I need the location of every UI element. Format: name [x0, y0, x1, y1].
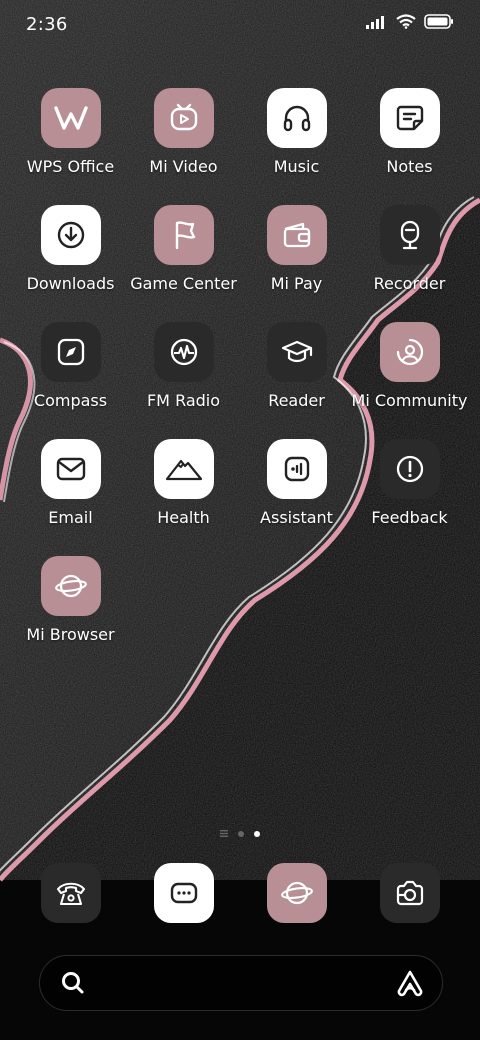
- video-icon: [170, 103, 197, 131]
- page-indicator[interactable]: [0, 830, 480, 837]
- app-mi-community[interactable]: Mi Community: [351, 322, 468, 410]
- dock-messaging[interactable]: [127, 863, 240, 923]
- search-icon[interactable]: [60, 970, 86, 996]
- graduation-cap-icon: [281, 340, 312, 363]
- app-label: Mi Video: [149, 157, 218, 176]
- app-tile[interactable]: [266, 322, 327, 382]
- app-grid: WPS Office Mi Video Music Notes Download…: [14, 88, 468, 644]
- app-label: Feedback: [371, 508, 448, 527]
- community-icon: [396, 338, 423, 366]
- app-mi-browser[interactable]: Mi Browser: [14, 556, 127, 644]
- flag-icon: [175, 221, 195, 250]
- app-tile[interactable]: [379, 863, 440, 923]
- envelope-icon: [56, 457, 85, 481]
- status-bar: 2:36: [0, 0, 480, 52]
- app-label: Health: [157, 508, 210, 527]
- wps-icon: [53, 106, 88, 130]
- app-tile[interactable]: [40, 863, 101, 923]
- app-label: Game Center: [130, 274, 237, 293]
- planet-icon: [54, 574, 87, 598]
- app-wps-office[interactable]: WPS Office: [14, 88, 127, 176]
- mountain-icon: [165, 459, 202, 481]
- app-feedback[interactable]: Feedback: [353, 439, 466, 527]
- headphones-icon: [283, 105, 310, 132]
- app-music[interactable]: Music: [240, 88, 353, 176]
- app-notes[interactable]: Notes: [353, 88, 466, 176]
- app-compass[interactable]: Compass: [14, 322, 127, 410]
- app-tile[interactable]: [266, 863, 327, 923]
- dock-camera[interactable]: [353, 863, 466, 923]
- assistant-icon: [284, 456, 309, 482]
- app-label: WPS Office: [26, 157, 115, 176]
- app-label: Recorder: [373, 274, 446, 293]
- app-mi-video[interactable]: Mi Video: [127, 88, 240, 176]
- app-tile[interactable]: [379, 88, 440, 148]
- compass-icon: [57, 338, 84, 366]
- wifi-icon: [396, 14, 416, 29]
- app-label: Notes: [386, 157, 433, 176]
- app-label: Assistant: [260, 508, 333, 527]
- app-tile[interactable]: [40, 322, 101, 382]
- app-label: Reader: [268, 391, 325, 410]
- microphone-icon: [400, 220, 419, 250]
- app-tile[interactable]: [379, 439, 440, 499]
- app-tile[interactable]: [153, 88, 214, 148]
- app-reader[interactable]: Reader: [240, 322, 353, 410]
- app-label: Mi Browser: [26, 625, 115, 644]
- status-icons: [366, 14, 454, 29]
- list-icon: [220, 830, 228, 837]
- download-icon: [57, 221, 84, 249]
- app-assistant[interactable]: Assistant: [240, 439, 353, 527]
- app-label: FM Radio: [146, 391, 221, 410]
- app-tile[interactable]: [379, 322, 440, 382]
- app-downloads[interactable]: Downloads: [14, 205, 127, 293]
- app-tile[interactable]: [40, 556, 101, 616]
- message-icon: [170, 882, 197, 904]
- exclamation-icon: [396, 455, 423, 483]
- app-game-center[interactable]: Game Center: [127, 205, 240, 293]
- battery-icon: [424, 14, 453, 29]
- app-label: Compass: [33, 391, 108, 410]
- page-dot[interactable]: [238, 830, 244, 837]
- app-tile[interactable]: [153, 322, 214, 382]
- wallet-icon: [283, 222, 310, 248]
- phone-icon: [56, 882, 85, 906]
- app-tile[interactable]: [153, 205, 214, 265]
- dock-browser[interactable]: [240, 863, 353, 923]
- app-tile[interactable]: [266, 439, 327, 499]
- app-fm-radio[interactable]: FM Radio: [127, 322, 240, 410]
- app-label: Mi Pay: [270, 274, 323, 293]
- dock: [14, 863, 466, 923]
- dock-phone[interactable]: [14, 863, 127, 923]
- app-label: Email: [48, 508, 93, 527]
- camera-icon: [396, 880, 423, 906]
- notes-icon: [396, 105, 423, 131]
- app-tile[interactable]: [266, 205, 327, 265]
- app-health[interactable]: Health: [127, 439, 240, 527]
- app-mi-pay[interactable]: Mi Pay: [240, 205, 353, 293]
- app-tile[interactable]: [266, 88, 327, 148]
- app-tile[interactable]: [40, 205, 101, 265]
- page-dot-active[interactable]: [254, 830, 260, 837]
- app-tile[interactable]: [40, 88, 101, 148]
- signal-icon: [366, 15, 384, 29]
- app-tile[interactable]: [153, 863, 214, 923]
- search-bar[interactable]: [39, 955, 443, 1011]
- app-email[interactable]: Email: [14, 439, 127, 527]
- app-tile[interactable]: [379, 205, 440, 265]
- app-tile[interactable]: [40, 439, 101, 499]
- app-tile[interactable]: [153, 439, 214, 499]
- radio-icon: [170, 338, 197, 366]
- app-label: Downloads: [26, 274, 115, 293]
- app-label: Mi Community: [351, 391, 468, 410]
- app-recorder[interactable]: Recorder: [353, 205, 466, 293]
- clock: 2:36: [26, 14, 68, 35]
- planet-icon: [280, 881, 313, 905]
- app-label: Music: [273, 157, 320, 176]
- assistant-logo-icon[interactable]: [395, 969, 425, 997]
